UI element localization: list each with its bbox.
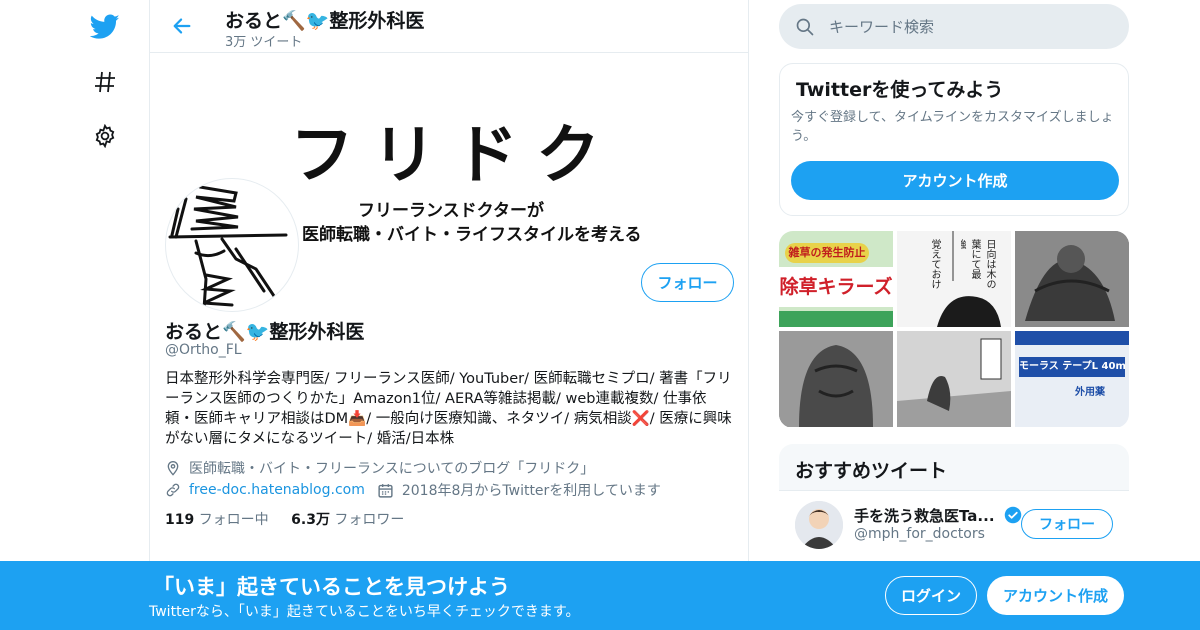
profile-stats: 119 フォロー中 6.3万 フォロワー [165, 509, 404, 529]
profile-location: 医師転職・バイト・フリーランスについてのブログ「フリドク」 [165, 458, 594, 478]
signup-prompt-bar: 「いま」起きていることを見つけよう Twitterなら、「いま」起きていることを… [0, 561, 1200, 630]
followers-count: 6.3万 [291, 512, 330, 528]
joined-date: 2018年8月からTwitterを利用しています [401, 483, 661, 499]
media-tile-3[interactable] [1015, 231, 1129, 327]
recommended-tweets-card: おすすめツイート 手を洗う救急医Ta... @mph_for_doctors フ… [779, 444, 1129, 574]
media-tile-6[interactable]: モーラス テープL 40mg 外用薬 [1015, 331, 1129, 427]
banner-title: フリドク [290, 119, 618, 193]
followers-label: フォロワー [334, 512, 405, 528]
media-tile-1-title: 除草キラーズ [779, 267, 893, 307]
profile-name: おると🔨🐦整形外科医 [165, 321, 365, 343]
search-input[interactable] [829, 4, 1109, 49]
header-tweet-count: 3万 ツイート [225, 35, 303, 50]
signup-button[interactable]: アカウント作成 [987, 576, 1124, 615]
profile-avatar[interactable] [165, 178, 299, 312]
location-pin-icon [167, 461, 179, 476]
recommended-title: おすすめツイート [795, 460, 948, 482]
followers-stat[interactable]: 6.3万 フォロワー [291, 512, 404, 528]
twitter-bird-icon[interactable] [88, 10, 122, 44]
profile-handle: @Ortho_FL [165, 342, 242, 358]
hashtag-icon[interactable] [88, 65, 122, 99]
recommended-user-name-text: 手を洗う救急医Ta... [854, 507, 995, 525]
banner-line-1: フリーランスドクターが [358, 201, 544, 221]
prompt-title: 「いま」起きていることを見つけよう [153, 575, 510, 599]
left-nav [60, 0, 150, 630]
follow-button[interactable]: フォロー [641, 263, 734, 302]
try-twitter-description: 今すぐ登録して、タイムラインをカスタマイズしましょう。 [791, 110, 1114, 144]
create-account-button[interactable]: アカウント作成 [791, 161, 1119, 200]
gear-icon[interactable] [88, 119, 122, 153]
recommended-user-handle: @mph_for_doctors [854, 526, 985, 542]
following-label: フォロー中 [198, 512, 269, 528]
following-stat[interactable]: 119 フォロー中 [165, 512, 269, 528]
location-text: 医師転職・バイト・フリーランスについてのブログ「フリドク」 [189, 461, 595, 477]
media-grid: 雑草の発生防止 除草キラーズ 覚えておけ 日向は木の葉にて最強… モーラス テー… [779, 231, 1129, 428]
profile-url-link[interactable]: free-doc.hatenablog.com [189, 482, 365, 498]
profile-column: おると🔨🐦整形外科医 3万 ツイート フリドク フリーランスドクターが 医師転職… [149, 0, 749, 630]
verified-badge-icon [1004, 506, 1022, 524]
media-tile-1-caption: 雑草の発生防止 [785, 243, 869, 263]
profile-url-joined: free-doc.hatenablog.com 2018年8月からTwitter… [165, 480, 661, 500]
profile-header-bar: おると🔨🐦整形外科医 3万 ツイート [150, 0, 748, 53]
banner-line-2: 医師転職・バイト・ライフスタイルを考える [302, 225, 642, 245]
search-box[interactable] [779, 4, 1129, 49]
media-tile-1[interactable]: 雑草の発生防止 除草キラーズ [779, 231, 893, 327]
media-tile-6-subcaption: 外用薬 [1075, 387, 1105, 398]
recommended-user-avatar[interactable] [795, 501, 843, 549]
try-twitter-title: Twitterを使ってみよう [796, 79, 1004, 101]
search-icon [796, 18, 814, 36]
calendar-icon [378, 483, 393, 498]
following-count: 119 [165, 512, 195, 528]
header-profile-name: おると🔨🐦整形外科医 [225, 10, 425, 32]
recommended-user-name: 手を洗う救急医Ta... [854, 505, 1022, 526]
back-arrow-icon[interactable] [168, 12, 196, 40]
login-button[interactable]: ログイン [885, 576, 977, 615]
media-tile-6-caption: モーラス テープL 40mg [1019, 357, 1125, 377]
try-twitter-card: Twitterを使ってみよう 今すぐ登録して、タイムラインをカスタマイズしましょ… [779, 63, 1129, 216]
link-icon [166, 483, 180, 497]
media-tile-2[interactable]: 覚えておけ 日向は木の葉にて最強… [897, 231, 1011, 327]
prompt-subtitle: Twitterなら、「いま」起きていることをいち早くチェックできます。 [149, 604, 580, 620]
media-tile-5[interactable] [897, 331, 1011, 427]
recommended-follow-button[interactable]: フォロー [1021, 509, 1113, 539]
media-tile-4[interactable] [779, 331, 893, 427]
profile-bio: 日本整形外科学会専門医/ フリーランス医師/ YouTuber/ 医師転職セミプ… [165, 371, 732, 447]
